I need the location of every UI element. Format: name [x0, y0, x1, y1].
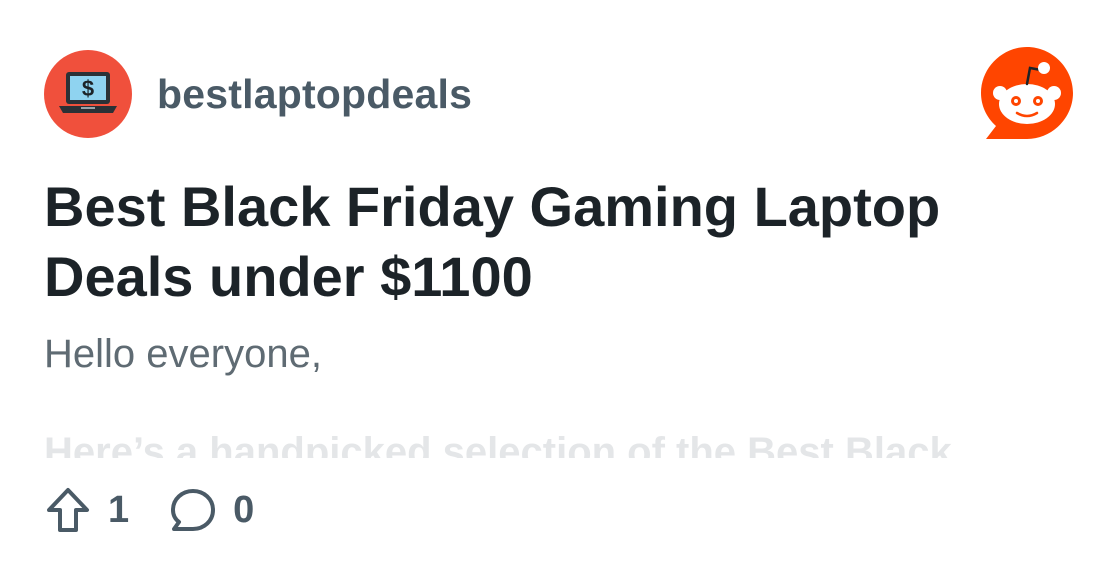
author-username[interactable]: bestlaptopdeals: [157, 71, 472, 118]
upvote-button[interactable]: 1: [44, 486, 129, 534]
post-title[interactable]: Best Black Friday Gaming Laptop Deals un…: [44, 172, 1044, 312]
comment-count: 0: [233, 488, 255, 531]
laptop-dollar-icon: $: [59, 72, 117, 113]
svg-text:$: $: [82, 76, 94, 101]
post-share-card: $ bestlaptopdeals Best Black Friday Gami…: [0, 0, 1120, 584]
author-avatar[interactable]: $: [44, 50, 132, 138]
post-header: $ bestlaptopdeals: [44, 50, 472, 138]
upvote-arrow-icon: [44, 486, 92, 534]
post-stats: 1 0: [44, 484, 254, 536]
post-body-text: Hello everyone,: [44, 332, 322, 376]
comment-bubble-icon: [169, 486, 217, 534]
comments-button[interactable]: 0: [169, 486, 254, 534]
post-body-fade: Here’s a handpicked selection of the Bes…: [44, 428, 1084, 458]
reddit-logo-icon: [981, 47, 1073, 139]
post-body-faded-line: Here’s a handpicked selection of the Bes…: [44, 430, 952, 458]
upvote-count: 1: [108, 488, 130, 531]
